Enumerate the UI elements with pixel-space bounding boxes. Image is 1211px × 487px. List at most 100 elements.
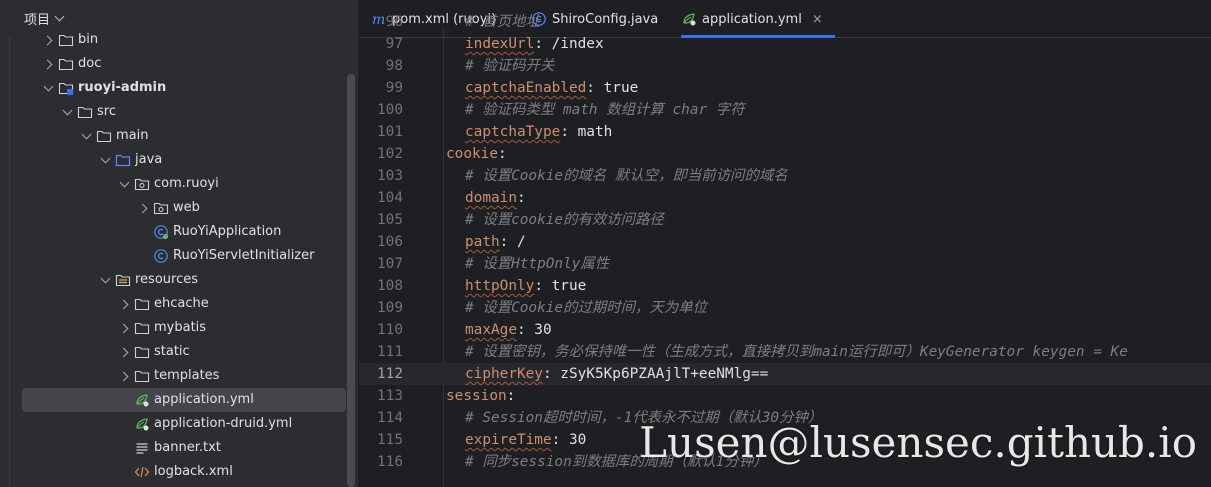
yaml-comment: # 设置cookie的有效访问路径	[465, 212, 664, 228]
folder-icon	[134, 320, 150, 336]
folder-icon	[77, 104, 93, 120]
code-text: # 设置cookie的有效访问路径	[465, 209, 664, 231]
chevron-down-icon[interactable]	[97, 152, 113, 168]
code-text: domain:	[465, 187, 526, 209]
chevron-right-icon[interactable]	[116, 296, 132, 312]
code-line[interactable]: 96 # 首页地址	[359, 11, 1211, 33]
tree-item[interactable]: mybatis	[0, 316, 345, 340]
line-number: 98	[385, 58, 403, 74]
chevron-down-icon	[54, 11, 65, 22]
line-number: 99	[385, 80, 403, 96]
yaml-key: captchaType	[465, 124, 561, 140]
line-number: 108	[377, 278, 403, 294]
source-folder-icon	[115, 152, 131, 168]
chevron-right-icon[interactable]	[116, 320, 132, 336]
yaml-key: cipherKey	[465, 366, 543, 382]
tree-item[interactable]: static	[0, 340, 345, 364]
code-text: # 设置密钥，务必保持唯一性（生成方式，直接拷贝到main运行即可）KeyGen…	[465, 341, 1128, 363]
current-code-line[interactable]: 112 cipherKey: zSyK5Kp6PZAAjlT+eeNMlg==	[359, 363, 1211, 385]
code-line[interactable]: 113 session:	[359, 385, 1211, 407]
code-line[interactable]: 100 # 验证码类型 math 数组计算 char 字符	[359, 99, 1211, 121]
tree-item[interactable]: src	[0, 100, 345, 124]
chevron-down-icon[interactable]	[116, 176, 132, 192]
tree-item-label: java	[135, 152, 163, 167]
chevron-right-icon[interactable]	[40, 32, 56, 48]
line-number: 115	[377, 432, 403, 448]
code-text: path: /	[465, 231, 526, 253]
tree-item[interactable]: doc	[0, 52, 345, 76]
tree-item[interactable]: ehcache	[0, 292, 345, 316]
package-icon	[153, 200, 169, 216]
tree-item-label: resources	[135, 272, 199, 287]
code-line[interactable]: 106 path: /	[359, 231, 1211, 253]
tree-item-label: web	[173, 200, 200, 215]
code-line[interactable]: 103 # 设置Cookie的域名 默认空，即当前访问的域名	[359, 165, 1211, 187]
tree-item[interactable]: com.ruoyi	[0, 172, 345, 196]
tree-item[interactable]: application-druid.yml	[0, 412, 345, 436]
chevron-down-icon[interactable]	[59, 104, 75, 120]
tree-item-label: application-druid.yml	[154, 416, 293, 431]
chevron-right-icon[interactable]	[40, 56, 56, 72]
chevron-down-icon[interactable]	[40, 80, 56, 96]
yaml-comment: # 验证码开关	[465, 58, 555, 74]
tree-item-label: templates	[154, 368, 220, 383]
tree-item[interactable]: RuoYiApplication	[0, 220, 345, 244]
code-line[interactable]: 99 captchaEnabled: true	[359, 77, 1211, 99]
tree-item[interactable]: resources	[0, 268, 345, 292]
folder-icon	[134, 296, 150, 312]
chevron-down-icon[interactable]	[97, 272, 113, 288]
code-line[interactable]: 111 # 设置密钥，务必保持唯一性（生成方式，直接拷贝到main运行即可）Key…	[359, 341, 1211, 363]
project-view-selector[interactable]: 项目	[24, 9, 65, 28]
code-line[interactable]: 98 # 验证码开关	[359, 55, 1211, 77]
spring-yaml-icon	[134, 392, 150, 408]
line-number: 110	[377, 322, 403, 338]
code-line[interactable]: 101 captchaType: math	[359, 121, 1211, 143]
chevron-down-icon[interactable]	[78, 128, 94, 144]
package-icon	[134, 176, 150, 192]
tree-item-label: com.ruoyi	[154, 176, 219, 191]
code-line[interactable]: 104 domain:	[359, 187, 1211, 209]
yaml-value: : 30	[551, 432, 587, 448]
line-number: 106	[377, 234, 403, 250]
tree-item[interactable]: RuoYiServletInitializer	[0, 244, 345, 268]
line-number: 109	[377, 300, 403, 316]
code-line[interactable]: 109 # 设置Cookie的过期时间，天为单位	[359, 297, 1211, 319]
chevron-right-icon[interactable]	[135, 200, 151, 216]
tree-item[interactable]: java	[0, 148, 345, 172]
code-text: captchaType: math	[465, 121, 612, 143]
code-line[interactable]: 102 cookie:	[359, 143, 1211, 165]
tree-item[interactable]: logback.xml	[0, 460, 345, 484]
tree-item[interactable]: ruoyi-admin	[0, 76, 345, 100]
xml-file-icon	[134, 464, 150, 480]
yaml-key: maxAge	[465, 322, 517, 338]
spring-class-icon	[153, 224, 169, 240]
class-icon	[153, 248, 169, 264]
line-number: 103	[377, 168, 403, 184]
tree-item[interactable]: templates	[0, 364, 345, 388]
code-text: # 首页地址	[465, 11, 540, 33]
code-line[interactable]: 105 # 设置cookie的有效访问路径	[359, 209, 1211, 231]
tree-item-label: application.yml	[154, 392, 254, 407]
code-text: # 设置Cookie的域名 默认空，即当前访问的域名	[465, 165, 788, 187]
yaml-value: : /	[499, 234, 526, 250]
code-line[interactable]: 110 maxAge: 30	[359, 319, 1211, 341]
tree-item[interactable]: main	[0, 124, 345, 148]
code-line[interactable]: 97 indexUrl: /index	[359, 33, 1211, 55]
project-tree-scrollbar[interactable]	[347, 74, 355, 487]
tree-item-label: ruoyi-admin	[78, 80, 167, 95]
tree-item-label: logback.xml	[154, 464, 233, 479]
code-line[interactable]: 108 httpOnly: true	[359, 275, 1211, 297]
tree-item[interactable]: application.yml	[0, 388, 346, 412]
code-line[interactable]: 107 # 设置HttpOnly属性	[359, 253, 1211, 275]
tree-item[interactable]: web	[0, 196, 345, 220]
tree-item-label: src	[97, 104, 116, 119]
text-file-icon	[134, 440, 150, 456]
folder-icon	[96, 128, 112, 144]
yaml-comment: # 首页地址	[465, 14, 540, 30]
code-text: indexUrl: /index	[465, 33, 604, 55]
chevron-right-icon[interactable]	[116, 344, 132, 360]
line-number: 113	[377, 388, 403, 404]
tree-item[interactable]: banner.txt	[0, 436, 345, 460]
chevron-right-icon[interactable]	[116, 368, 132, 384]
tree-item[interactable]: bin	[0, 28, 345, 52]
